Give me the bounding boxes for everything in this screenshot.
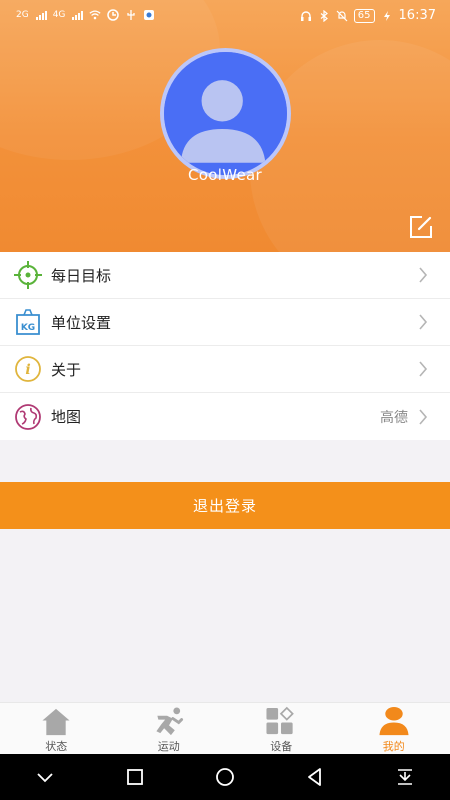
- bottom-tab-bar: 状态 运动 设备 我的: [0, 702, 450, 754]
- svg-text:KG: KG: [21, 323, 35, 333]
- chevron-down-icon[interactable]: [35, 767, 55, 787]
- menu-item-label: 地图: [51, 408, 82, 426]
- info-icon: i: [15, 356, 41, 382]
- tab-mine[interactable]: 我的: [338, 703, 450, 754]
- avatar[interactable]: [160, 48, 291, 179]
- menu-item-about[interactable]: i 关于: [0, 346, 450, 393]
- tab-status[interactable]: 状态: [0, 703, 113, 754]
- chevron-right-icon: [419, 361, 428, 377]
- settings-menu: 每日目标 KG 单位设置 i 关于 地图 高德: [0, 252, 450, 440]
- username: CoolWear: [188, 166, 262, 184]
- profile-header: 2G 4G 65 16:37 CoolWear: [0, 0, 450, 252]
- menu-item-label: 每日目标: [51, 266, 112, 285]
- home-icon: [42, 708, 70, 736]
- map-provider-value: 高德: [380, 409, 408, 426]
- notification-pull-down-icon[interactable]: [395, 767, 415, 787]
- app-notification-icon: [107, 9, 120, 21]
- menu-item-label: 关于: [51, 360, 82, 379]
- mute-icon: [336, 10, 348, 21]
- devices-icon: [266, 706, 295, 735]
- tab-label: 状态: [45, 740, 68, 753]
- menu-item-daily-goal[interactable]: 每日目标: [0, 252, 450, 299]
- logout-button[interactable]: 退出登录: [0, 482, 450, 529]
- chevron-right-icon: [419, 408, 428, 425]
- usb-icon: [127, 10, 136, 20]
- menu-item-unit-settings[interactable]: KG 单位设置: [0, 299, 450, 346]
- default-avatar-icon: [164, 52, 287, 175]
- home-button-icon[interactable]: [215, 767, 235, 787]
- clock: 16:37: [398, 8, 436, 23]
- recents-icon[interactable]: [125, 767, 145, 787]
- menu-item-label: 单位设置: [51, 313, 112, 332]
- battery-indicator: 65: [353, 8, 375, 23]
- target-icon: [14, 261, 42, 289]
- edit-icon[interactable]: [406, 212, 436, 242]
- headset-icon: [300, 10, 311, 21]
- svg-text:i: i: [25, 362, 30, 378]
- signal-icon: [72, 11, 84, 20]
- back-icon[interactable]: [305, 767, 325, 787]
- globe-icon: [15, 403, 41, 430]
- tab-label: 设备: [270, 740, 293, 753]
- signal-label: 2G: [16, 10, 29, 20]
- signal-icon: [35, 11, 47, 20]
- tab-sport[interactable]: 运动: [113, 703, 226, 754]
- charging-icon: [383, 10, 390, 21]
- status-bar: 2G 4G 65 16:37: [0, 0, 450, 32]
- tab-label: 运动: [157, 740, 180, 753]
- menu-item-map[interactable]: 地图 高德: [0, 393, 450, 440]
- message-app-icon: [144, 10, 155, 20]
- bluetooth-icon: [320, 9, 328, 22]
- tab-devices[interactable]: 设备: [225, 703, 338, 754]
- chevron-right-icon: [419, 314, 428, 330]
- person-icon: [379, 706, 409, 736]
- tab-label: 我的: [382, 740, 405, 753]
- weight-kg-icon: KG: [16, 309, 40, 335]
- running-icon: [156, 707, 183, 736]
- system-navigation-bar: [0, 754, 450, 800]
- signal-label: 4G: [52, 10, 66, 20]
- chevron-right-icon: [419, 267, 428, 283]
- wifi-icon: [89, 10, 101, 20]
